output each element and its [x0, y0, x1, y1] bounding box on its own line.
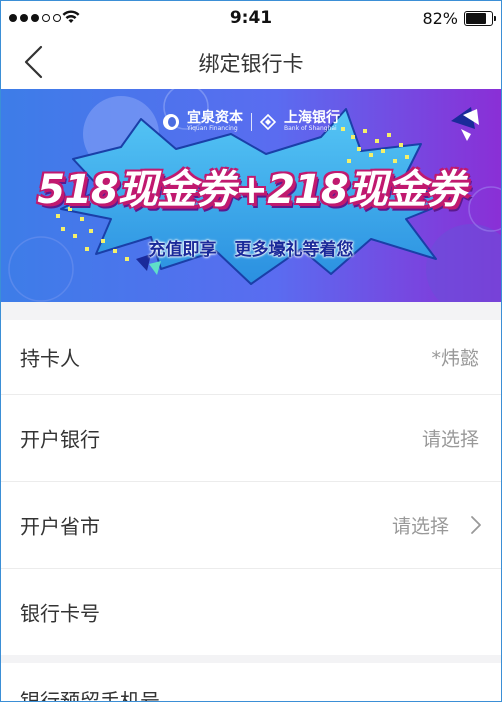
- brand1-subtitle: Yiquan Financing: [187, 125, 238, 132]
- bank-card-form: 持卡人 *炜懿 开户银行 请选择 开户省市 请选择 银行卡号: [1, 320, 501, 655]
- brand2-subtitle: Bank of Shanghai: [284, 125, 337, 132]
- form-row-card-number[interactable]: 银行卡号: [1, 569, 501, 655]
- brand1-name: 宜泉资本: [187, 110, 243, 126]
- chevron-right-icon[interactable]: [469, 514, 483, 536]
- tagline-left: 充值即享: [148, 240, 217, 260]
- brand2-name: 上海银行: [284, 110, 340, 126]
- form-row-cardholder: 持卡人 *炜懿: [1, 320, 501, 395]
- bank-select[interactable]: 请选择: [422, 425, 479, 452]
- page-title: 绑定银行卡: [198, 52, 304, 76]
- battery-icon: [464, 11, 496, 26]
- promo-banner[interactable]: 宜泉资本 Yiquan Financing 上海银行 Bank of Shang…: [1, 89, 501, 302]
- form-row-bank[interactable]: 开户银行 请选择: [1, 395, 501, 482]
- brand-divider: [251, 113, 252, 131]
- phone-label: 银行预留手机号: [20, 689, 160, 702]
- status-bar: 9:41 82%: [1, 1, 501, 35]
- bank-of-shanghai-logo-icon: [260, 114, 276, 130]
- province-city-label: 开户省市: [20, 514, 100, 539]
- form-row-province-city[interactable]: 开户省市 请选择: [1, 482, 501, 569]
- banner-headline: 518现金券+218现金券: [37, 167, 466, 213]
- bank-label: 开户银行: [20, 427, 100, 452]
- yiquan-logo-icon: [163, 114, 179, 130]
- form-row-phone[interactable]: 银行预留手机号: [1, 663, 501, 702]
- battery-percent: 82%: [422, 9, 458, 28]
- brand-logos: 宜泉资本 Yiquan Financing 上海银行 Bank of Shang…: [163, 111, 340, 133]
- card-number-label: 银行卡号: [20, 601, 100, 626]
- tagline-right: 更多壕礼等着您: [234, 240, 354, 260]
- banner-tagline: 充值即享 更多壕礼等着您: [1, 235, 501, 260]
- navigation-bar: 绑定银行卡: [1, 35, 501, 89]
- app-frame: 9:41 82% 绑定银行卡 宜泉资本 Yiquan Financing 上海银…: [0, 0, 502, 702]
- cardholder-label: 持卡人: [20, 346, 80, 371]
- province-city-select[interactable]: 请选择: [392, 512, 449, 539]
- cardholder-value: *炜懿: [431, 347, 479, 370]
